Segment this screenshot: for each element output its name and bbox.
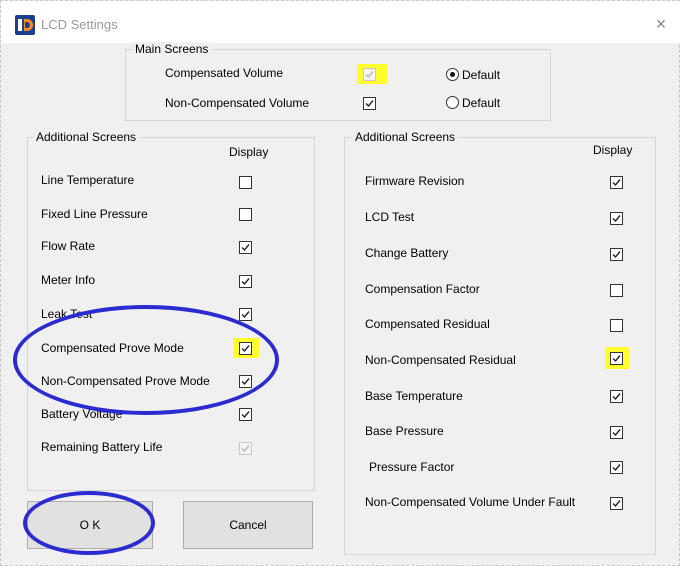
base-pressure-checkbox[interactable] [610, 426, 623, 439]
compensated-residual-checkbox[interactable] [610, 319, 623, 332]
title-bar: LCD Settings × [1, 1, 680, 43]
list-item-label: Fixed Line Pressure [41, 207, 148, 221]
meter-info-checkbox[interactable] [239, 275, 252, 288]
pressure-factor-checkbox[interactable] [610, 461, 623, 474]
list-item-label: Compensation Factor [365, 282, 480, 296]
ok-button[interactable]: O K [27, 501, 153, 549]
compensated-volume-checkbox[interactable] [363, 68, 376, 81]
firmware-revision-checkbox[interactable] [610, 176, 623, 189]
left-group-title: Additional Screens [33, 130, 140, 144]
non-compensated-volume-checkbox[interactable] [363, 97, 376, 110]
base-temperature-checkbox[interactable] [610, 390, 623, 403]
right-additional-screens-group [344, 137, 656, 555]
line-temperature-checkbox[interactable] [239, 176, 252, 189]
cancel-button[interactable]: Cancel [183, 501, 313, 549]
battery-voltage-checkbox[interactable] [239, 408, 252, 421]
non-compensated-volume-default-radio[interactable] [446, 96, 459, 109]
list-item-label: Line Temperature [41, 173, 135, 187]
non-compensated-prove-mode-checkbox[interactable] [239, 375, 252, 388]
radio-label: Default [462, 96, 501, 110]
list-item-label: Base Pressure [365, 424, 444, 438]
list-item-label: Leak Test [41, 307, 93, 321]
display-column-header: Display [593, 143, 633, 157]
change-battery-checkbox[interactable] [610, 248, 623, 261]
compensated-prove-mode-checkbox[interactable] [239, 342, 252, 355]
list-item-label: Firmware Revision [365, 174, 465, 188]
list-item-label: Non-Compensated Volume Under Fault [365, 495, 576, 509]
list-item-label: Compensated Prove Mode [41, 341, 184, 355]
app-logo-icon [15, 15, 35, 35]
cancel-button-label: Cancel [229, 518, 267, 532]
display-column-header: Display [229, 145, 269, 159]
right-group-title: Additional Screens [352, 130, 459, 144]
list-item-label: Battery Voltage [41, 407, 123, 421]
list-item-label: Change Battery [365, 246, 449, 260]
close-icon[interactable]: × [649, 13, 673, 35]
list-item-label: Base Temperature [365, 389, 463, 403]
flow-rate-checkbox[interactable] [239, 241, 252, 254]
compensated-volume-default-radio[interactable] [446, 68, 459, 81]
leak-test-checkbox[interactable] [239, 308, 252, 321]
list-item-label: Remaining Battery Life [41, 440, 163, 454]
lcd-test-checkbox[interactable] [610, 212, 623, 225]
list-item-label: Non-Compensated Residual [365, 353, 516, 367]
compensation-factor-checkbox[interactable] [610, 284, 623, 297]
lcd-settings-dialog: LCD Settings × Main Screens Compensated … [0, 0, 680, 566]
fixed-line-pressure-checkbox[interactable] [239, 208, 252, 221]
main-screens-group [125, 49, 551, 121]
list-item-label: Pressure Factor [369, 460, 455, 474]
main-row-label: Non-Compensated Volume [165, 96, 310, 110]
list-item-label: Non-Compensated Prove Mode [41, 374, 210, 388]
list-item-label: Flow Rate [41, 239, 96, 253]
non-compensated-volume-under-fault-checkbox[interactable] [610, 497, 623, 510]
list-item-label: Meter Info [41, 273, 96, 287]
list-item-label: LCD Test [365, 210, 415, 224]
radio-label: Default [462, 68, 501, 82]
main-screens-title: Main Screens [132, 42, 212, 56]
window-title: LCD Settings [41, 17, 118, 32]
list-item-label: Compensated Residual [365, 317, 490, 331]
main-row-label: Compensated Volume [165, 66, 284, 80]
ok-button-label: O K [79, 518, 101, 532]
remaining-battery-life-checkbox[interactable] [239, 442, 252, 455]
non-compensated-residual-checkbox[interactable] [610, 352, 623, 365]
